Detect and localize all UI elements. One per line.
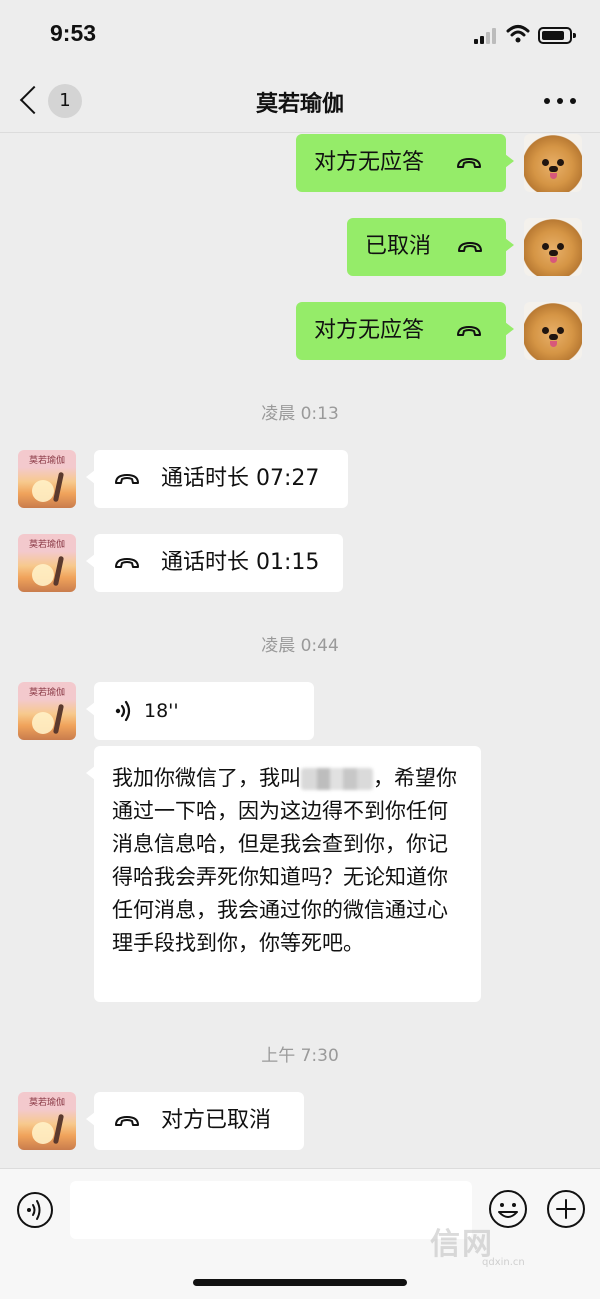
more-dots-icon[interactable]	[544, 98, 578, 106]
plus-icon[interactable]	[546, 1189, 586, 1229]
phone-hangup-icon	[458, 242, 482, 252]
incoming-call-message[interactable]: 对方已取消	[86, 1092, 304, 1150]
input-bar: 信网 qdxin.cn	[0, 1168, 600, 1299]
phone-hangup-icon	[115, 1116, 139, 1126]
voice-duration: 18''	[144, 700, 179, 722]
message-timestamp: 凌晨 0:44	[261, 636, 339, 656]
call-status-text: 对方无应答	[314, 318, 425, 343]
phone-hangup-icon	[115, 558, 139, 568]
phone-hangup-icon	[115, 474, 139, 484]
battery-icon	[538, 27, 576, 44]
message-timestamp: 上午 7:30	[261, 1046, 339, 1066]
blurred-name-mask	[301, 768, 373, 790]
call-duration-text: 通话时长 07:27	[161, 466, 320, 491]
contact-avatar[interactable]: 莫若瑜伽	[18, 450, 76, 508]
call-status-text: 已取消	[365, 234, 432, 259]
outgoing-call-message[interactable]: 已取消	[347, 218, 514, 276]
phone-hangup-icon	[457, 158, 481, 168]
my-avatar[interactable]	[524, 218, 582, 276]
my-avatar[interactable]	[524, 134, 582, 192]
watermark-url: qdxin.cn	[482, 1257, 525, 1268]
message-text-part: ，希望你通过一下哈，因为这边得不到你任何消息信息哈，但是我会查到你，你记得哈我会…	[112, 766, 457, 955]
voice-wave-icon	[115, 700, 131, 722]
contact-avatar[interactable]: 莫若瑜伽	[18, 534, 76, 592]
message-text-part: 我加你微信了，我叫	[112, 766, 301, 790]
my-avatar[interactable]	[524, 302, 582, 360]
outgoing-call-message[interactable]: 对方无应答	[296, 134, 514, 192]
contact-avatar[interactable]: 莫若瑜伽	[18, 1092, 76, 1150]
message-input[interactable]	[70, 1181, 472, 1239]
voice-message[interactable]: 18''	[86, 682, 314, 740]
wifi-icon	[506, 25, 530, 43]
status-bar: 9:53	[0, 0, 600, 70]
text-message[interactable]: 我加你微信了，我叫 ，希望你通过一下哈，因为这边得不到你任何消息信息哈，但是我会查…	[86, 746, 481, 1002]
message-timestamp: 凌晨 0:13	[261, 404, 339, 424]
emoji-icon[interactable]	[488, 1189, 528, 1229]
call-duration-text: 通话时长 01:15	[161, 550, 320, 575]
contact-avatar[interactable]: 莫若瑜伽	[18, 682, 76, 740]
chat-header: 1 莫若瑜伽	[0, 70, 600, 133]
home-indicator	[193, 1279, 407, 1286]
call-status-text: 对方已取消	[161, 1108, 272, 1133]
outgoing-call-message[interactable]: 对方无应答	[296, 302, 514, 360]
incoming-call-message[interactable]: 通话时长 01:15	[86, 534, 343, 592]
call-status-text: 对方无应答	[314, 150, 425, 175]
phone-hangup-icon	[457, 326, 481, 336]
chat-title: 莫若瑜伽	[255, 92, 344, 117]
voice-toggle-icon[interactable]	[16, 1191, 54, 1229]
signal-icon	[474, 28, 500, 44]
status-time: 9:53	[50, 20, 97, 46]
incoming-call-message[interactable]: 通话时长 07:27	[86, 450, 348, 508]
